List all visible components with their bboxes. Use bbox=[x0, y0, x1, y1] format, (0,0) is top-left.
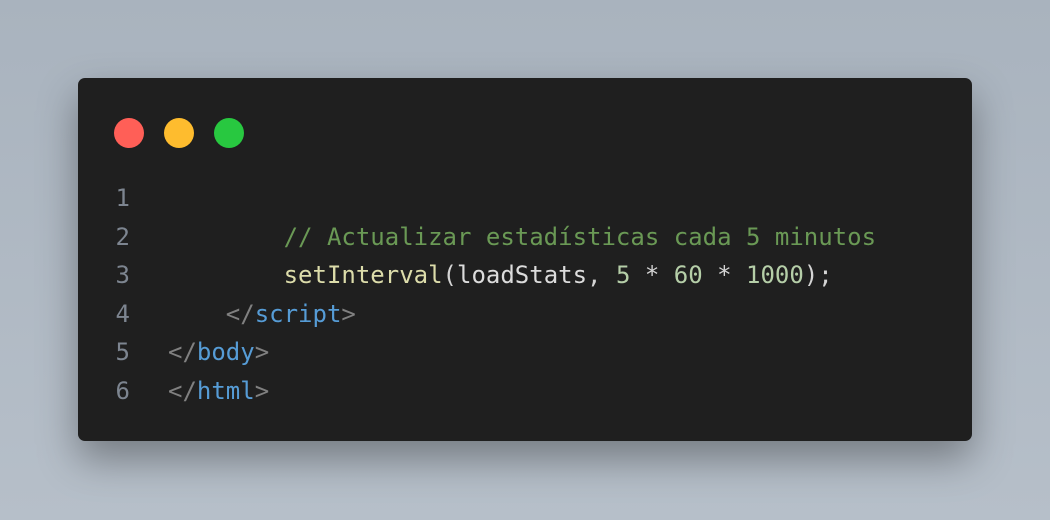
line-number: 4 bbox=[115, 299, 130, 328]
code-token-bracket: </ bbox=[168, 376, 197, 405]
code-token-bracket: </ bbox=[225, 299, 255, 328]
code-token-tag: script bbox=[254, 299, 342, 328]
code-line: 6 </html> bbox=[78, 372, 972, 411]
minimize-dot-icon[interactable] bbox=[164, 118, 194, 148]
code-line: 3 setInterval(loadStats, 5 * 60 * 1000); bbox=[78, 256, 972, 295]
line-number: 1 bbox=[115, 184, 130, 212]
code-block: 1 2 // Actualizar estadísticas cada 5 min… bbox=[78, 179, 972, 410]
line-source: </body> bbox=[130, 333, 269, 372]
code-line: 5 </body> bbox=[78, 333, 972, 372]
code-token-tag: html bbox=[196, 376, 255, 405]
code-line: 1 bbox=[78, 179, 972, 218]
line-source: setInterval(loadStats, 5 * 60 * 1000); bbox=[130, 256, 833, 295]
line-source: </script> bbox=[130, 295, 356, 334]
close-dot-icon[interactable] bbox=[114, 118, 144, 148]
line-source: // Actualizar estadísticas cada 5 minuto… bbox=[130, 218, 876, 257]
code-token-num: 60 bbox=[673, 261, 703, 289]
window-controls bbox=[114, 118, 244, 148]
code-token-bracket: > bbox=[254, 376, 270, 405]
code-token-punc: * bbox=[702, 261, 747, 289]
maximize-dot-icon[interactable] bbox=[214, 118, 244, 148]
code-line: 2 // Actualizar estadísticas cada 5 minu… bbox=[78, 218, 972, 257]
line-source bbox=[130, 179, 168, 218]
code-window: 1 2 // Actualizar estadísticas cada 5 min… bbox=[78, 78, 972, 441]
code-token-num: 1000 bbox=[746, 261, 804, 289]
code-token-var: loadStats bbox=[457, 261, 588, 289]
code-token-punc: * bbox=[630, 261, 674, 289]
code-token-tag: body bbox=[196, 338, 255, 366]
code-token-punc: ); bbox=[803, 261, 833, 289]
line-number: 2 bbox=[115, 222, 130, 251]
code-token-punc: ( bbox=[442, 261, 457, 289]
code-token-punc: , bbox=[587, 261, 616, 289]
code-token-bracket: > bbox=[341, 299, 356, 328]
code-token-bracket: > bbox=[254, 338, 270, 366]
code-token-bracket: </ bbox=[168, 338, 197, 366]
code-token-comment: // Actualizar estadísticas cada 5 minuto… bbox=[283, 222, 877, 251]
code-token-fn: setInterval bbox=[283, 261, 443, 289]
code-line: 4 </script> bbox=[78, 295, 972, 334]
line-number: 5 bbox=[115, 338, 130, 366]
line-number: 6 bbox=[115, 376, 130, 405]
code-token-num: 5 bbox=[615, 261, 631, 289]
line-source: </html> bbox=[130, 372, 269, 411]
line-number: 3 bbox=[115, 261, 130, 289]
